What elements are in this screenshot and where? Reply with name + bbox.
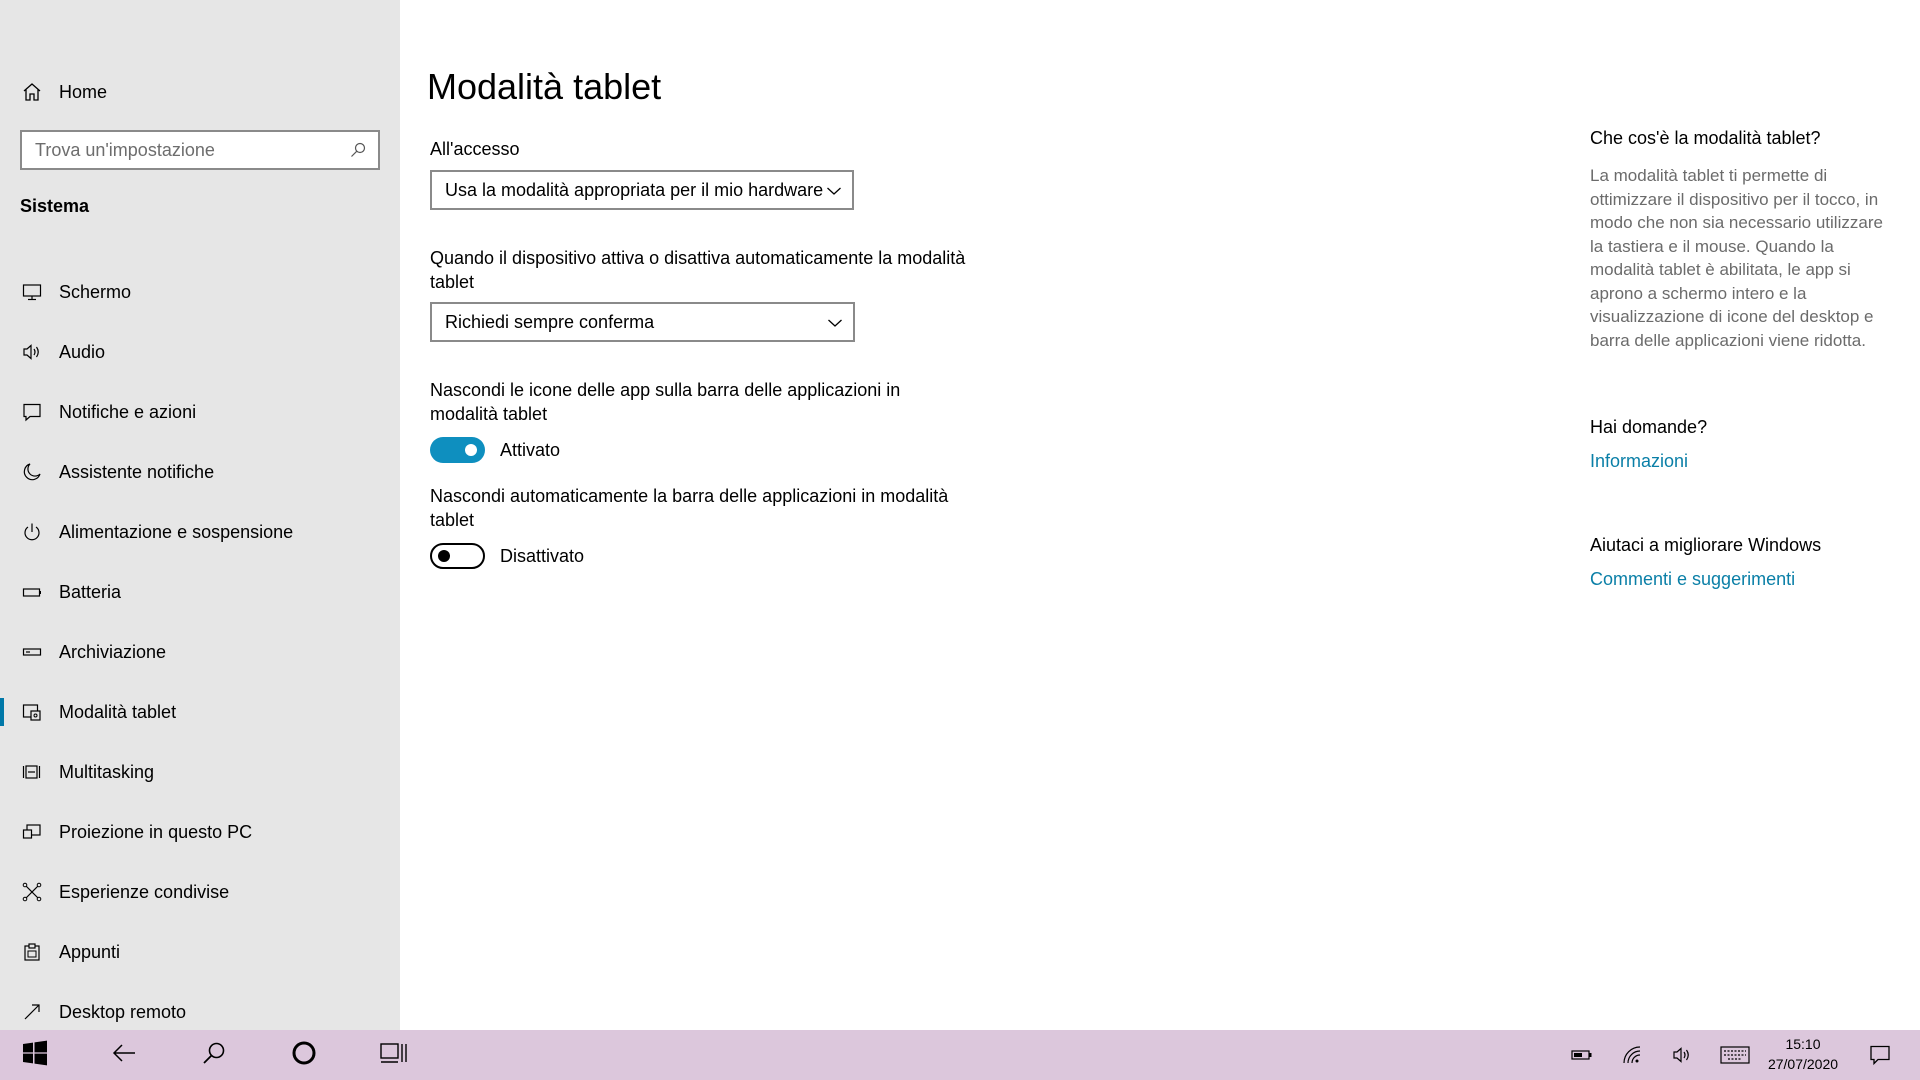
sidebar-item-label: Batteria <box>59 581 122 602</box>
sidebar: Home Sistema Schermo Audio Notifiche e a… <box>0 0 400 1030</box>
sidebar-item-multitasking[interactable]: Multitasking <box>0 742 400 802</box>
sidebar-item-alimentazione[interactable]: Alimentazione e sospensione <box>0 502 400 562</box>
hide-icons-toggle[interactable] <box>430 437 485 463</box>
battery-tray-icon[interactable] <box>1562 1030 1602 1080</box>
sidebar-item-archiviazione[interactable]: Archiviazione <box>0 622 400 682</box>
page-title: Modalità tablet <box>427 66 662 107</box>
shared-experiences-icon <box>20 880 44 904</box>
multitasking-icon <box>20 760 44 784</box>
clock-time: 15:10 <box>1785 1036 1821 1052</box>
sidebar-item-label: Appunti <box>59 941 121 962</box>
remote-desktop-icon <box>20 1000 44 1024</box>
hide-taskbar-state: Disattivato <box>500 545 585 566</box>
sidebar-item-label: Schermo <box>59 281 132 302</box>
sidebar-item-proiezione[interactable]: Proiezione in questo PC <box>0 802 400 862</box>
signin-label: All'accesso <box>430 139 520 159</box>
touch-keyboard-icon[interactable] <box>1713 1030 1757 1080</box>
sidebar-item-label: Alimentazione e sospensione <box>59 521 294 542</box>
projection-icon <box>20 820 44 844</box>
sidebar-item-label: Modalità tablet <box>59 701 177 722</box>
home-icon <box>20 80 44 104</box>
cortana-circle-icon <box>291 1040 317 1071</box>
wifi-icon[interactable] <box>1613 1030 1653 1080</box>
improve-heading: Aiutaci a migliorare Windows <box>1590 535 1822 555</box>
power-icon <box>20 520 44 544</box>
sidebar-item-esperienze-condivise[interactable]: Esperienze condivise <box>0 862 400 922</box>
clock[interactable]: 15:10 27/07/2020 <box>1756 1034 1850 1074</box>
search-icon <box>202 1041 226 1070</box>
sidebar-item-label: Notifiche e azioni <box>59 401 197 422</box>
signin-dropdown-value: Usa la modalità appropriata per il mio h… <box>445 179 824 200</box>
nav-list: Schermo Audio Notifiche e azioni Assiste… <box>0 262 400 1042</box>
auto-switch-dropdown-value: Richiedi sempre conferma <box>445 311 655 332</box>
sidebar-item-batteria[interactable]: Batteria <box>0 562 400 622</box>
storage-icon <box>20 640 44 664</box>
moon-icon <box>20 460 44 484</box>
sidebar-item-assistente-notifiche[interactable]: Assistente notifiche <box>0 442 400 502</box>
search-box[interactable] <box>20 130 380 170</box>
section-title: Sistema <box>20 196 90 216</box>
sidebar-item-audio[interactable]: Audio <box>0 322 400 382</box>
sidebar-item-appunti[interactable]: Appunti <box>0 922 400 982</box>
feedback-link[interactable]: Commenti e suggerimenti <box>1590 569 1795 590</box>
speaker-icon <box>20 340 44 364</box>
task-view-icon <box>380 1041 408 1070</box>
chevron-down-icon <box>827 312 843 333</box>
cortana-button[interactable] <box>274 1030 334 1080</box>
nav-home[interactable]: Home <box>20 78 107 106</box>
auto-switch-label: Quando il dispositivo attiva o disattiva… <box>430 248 966 292</box>
message-icon <box>20 400 44 424</box>
sidebar-item-label: Desktop remoto <box>59 1001 187 1022</box>
main-content: Modalità tablet All'accesso Usa la modal… <box>400 0 1920 1030</box>
task-view-button[interactable] <box>364 1030 424 1080</box>
hide-taskbar-toggle[interactable] <box>430 543 485 569</box>
windows-logo-icon <box>22 1040 48 1071</box>
hide-icons-toggle-row: Attivato <box>430 437 560 463</box>
sidebar-item-notifiche[interactable]: Notifiche e azioni <box>0 382 400 442</box>
nav-home-label: Home <box>59 81 108 102</box>
start-button[interactable] <box>5 1030 65 1080</box>
sidebar-item-label: Multitasking <box>59 761 155 782</box>
what-is-heading: Che cos'è la modalità tablet? <box>1590 128 1821 148</box>
clipboard-icon <box>20 940 44 964</box>
what-is-description: La modalità tablet ti permette di ottimi… <box>1590 166 1883 350</box>
search-taskbar-button[interactable] <box>184 1030 244 1080</box>
back-button[interactable] <box>94 1030 154 1080</box>
back-arrow-icon <box>111 1043 137 1068</box>
search-icon[interactable] <box>338 142 378 158</box>
clock-date: 27/07/2020 <box>1767 1056 1839 1072</box>
hide-icons-label: Nascondi le icone delle app sulla barra … <box>430 380 901 424</box>
toggle-knob <box>465 444 477 456</box>
hide-taskbar-toggle-row: Disattivato <box>430 543 584 569</box>
signin-dropdown[interactable]: Usa la modalità appropriata per il mio h… <box>430 170 854 210</box>
chevron-down-icon <box>826 180 842 201</box>
info-link[interactable]: Informazioni <box>1590 451 1688 472</box>
sidebar-item-schermo[interactable]: Schermo <box>0 262 400 322</box>
sidebar-item-label: Archiviazione <box>59 641 167 662</box>
battery-icon <box>20 580 44 604</box>
sidebar-item-label: Proiezione in questo PC <box>59 821 253 842</box>
auto-switch-dropdown[interactable]: Richiedi sempre conferma <box>430 302 855 342</box>
sidebar-item-modalita-tablet[interactable]: Modalità tablet <box>0 682 400 742</box>
hide-icons-state: Attivato <box>500 439 561 460</box>
taskbar: 15:10 27/07/2020 <box>0 1030 1920 1080</box>
monitor-icon <box>20 280 44 304</box>
sidebar-item-label: Assistente notifiche <box>59 461 215 482</box>
search-input[interactable] <box>22 132 338 168</box>
questions-heading: Hai domande? <box>1590 417 1708 437</box>
tablet-mode-icon <box>20 700 44 724</box>
sidebar-item-label: Audio <box>59 341 106 362</box>
sidebar-item-label: Esperienze condivise <box>59 881 230 902</box>
toggle-knob <box>438 550 450 562</box>
volume-icon[interactable] <box>1663 1030 1703 1080</box>
hide-taskbar-label: Nascondi automaticamente la barra delle … <box>430 486 949 530</box>
action-center-icon[interactable] <box>1860 1030 1900 1080</box>
